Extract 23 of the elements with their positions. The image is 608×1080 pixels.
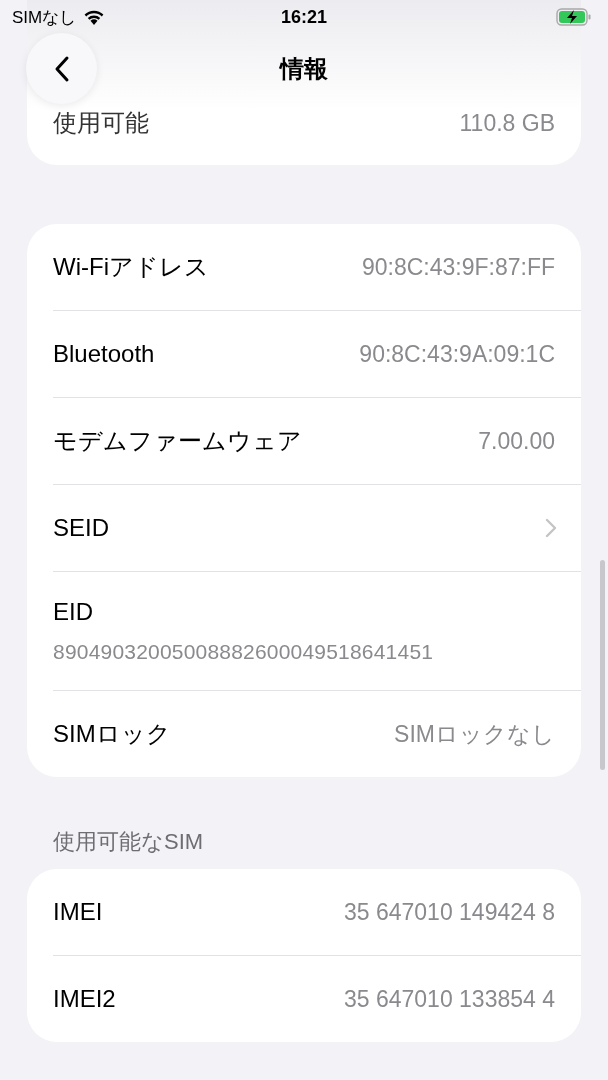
row-value: 90:8C:43:9A:09:1C <box>359 340 555 368</box>
row-label: EID <box>53 598 93 626</box>
row-label: 使用可能 <box>53 108 149 138</box>
row-value: 35 647010 133854 4 <box>343 985 555 1013</box>
row-value: 90:8C:43:9F:87:FF <box>361 253 555 281</box>
carrier-label: SIMなし <box>12 6 77 29</box>
row-label: SIMロック <box>53 719 171 749</box>
row-value: SIMロックなし <box>394 719 555 749</box>
row-value: 35 647010 149424 8 <box>343 898 555 926</box>
row-value: 89049032005008882600049518641451 <box>53 640 434 664</box>
row-value: 7.00.00 <box>478 427 555 455</box>
row-label: Wi-Fiアドレス <box>53 252 209 282</box>
row-label: Bluetooth <box>53 340 155 368</box>
row-label: モデムファームウェア <box>53 426 302 456</box>
row-label: IMEI2 <box>53 985 116 1013</box>
back-icon <box>53 54 70 83</box>
row-value: 110.8 GB <box>459 109 555 137</box>
nav-title: 情報 <box>280 54 328 84</box>
status-time: 16:21 <box>281 6 327 28</box>
chevron-icon <box>545 518 557 538</box>
row-label[interactable]: SEID <box>53 514 109 542</box>
row-label: IMEI <box>53 898 103 926</box>
section-header: 使用可能なSIM <box>53 828 205 856</box>
